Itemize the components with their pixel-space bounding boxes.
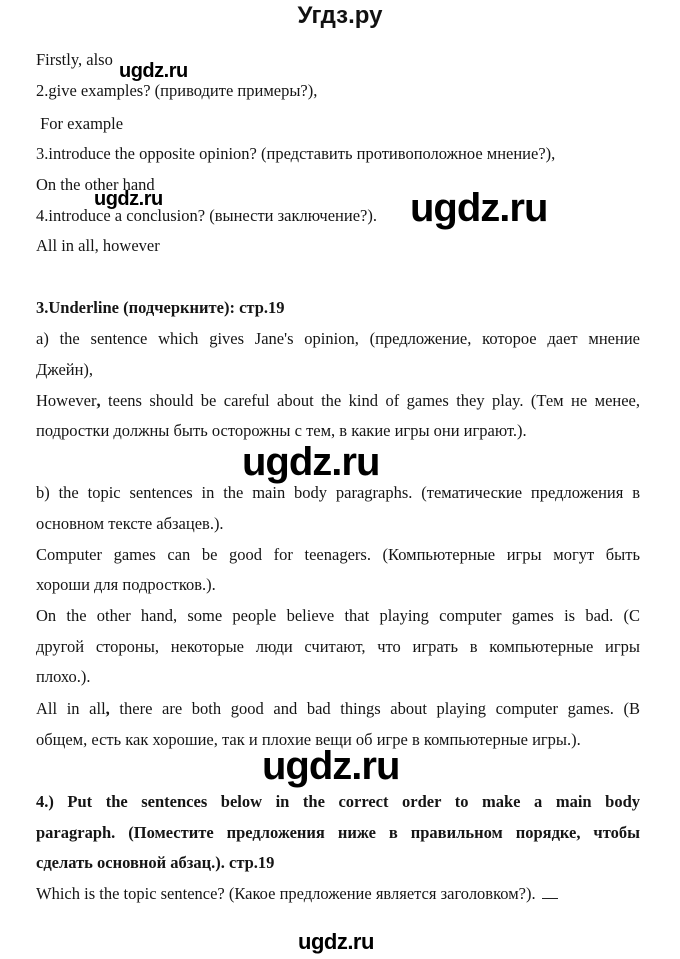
text-line: For example — [36, 114, 124, 133]
watermark: ugdz.ru — [262, 744, 400, 788]
answer-rest: there are both good and bad things about… — [109, 699, 640, 718]
answer-blank — [541, 884, 558, 899]
answer-lead: All in all — [36, 699, 106, 718]
section-heading: 4.) Put the sentences below in the corre… — [36, 792, 640, 811]
text-line: All in all, however — [36, 236, 160, 255]
question-line: Which is the topic sentence? (Какое пред… — [36, 884, 558, 904]
text-line: 4.introduce a conclusion? (вынести заклю… — [36, 206, 377, 225]
footer-watermark: ugdz.ru — [298, 929, 374, 954]
text-line: 3.introduce the opposite opinion? (предс… — [36, 144, 556, 163]
text-line: b) the topic sentences in the main body … — [36, 483, 640, 502]
section-heading: paragraph. (Поместите предложения ниже в… — [36, 823, 640, 842]
text-line: a) the sentence which gives Jane's opini… — [36, 329, 640, 348]
answer-line: However, teens should be careful about t… — [36, 391, 640, 411]
answer-line: хороши для подростков.). — [36, 575, 216, 594]
answer-rest: teens should be careful about the kind o… — [100, 391, 640, 410]
question-text: Which is the topic sentence? (Какое пред… — [36, 884, 536, 903]
text-line: 2.give examples? (приводите примеры?), — [36, 81, 318, 100]
site-title: Угдз.ру — [297, 2, 383, 29]
answer-line: All in all, there are both good and bad … — [36, 699, 640, 719]
watermark: ugdz.ru — [242, 440, 380, 484]
text-line: основном тексте абзацев.). — [36, 514, 224, 533]
answer-line: другой стороны, некоторые люди считают, … — [36, 637, 640, 656]
answer-lead: However — [36, 391, 97, 410]
text-line: подростки должны быть осторожны с тем, в… — [36, 421, 527, 440]
text-line: Джейн), — [36, 360, 94, 379]
section-heading: 3.Underline (подчеркните): стр.19 — [36, 298, 285, 317]
watermark: ugdz.ru — [410, 186, 548, 230]
answer-line: Computer games can be good for teenagers… — [36, 545, 640, 564]
answer-line: On the other hand, some people believe t… — [36, 606, 640, 625]
watermark: ugdz.ru — [119, 60, 188, 82]
section-heading: сделать основной абзац.). стр.19 — [36, 853, 275, 872]
text-line: Firstly, also — [36, 50, 113, 69]
answer-line: плохо.). — [36, 667, 91, 686]
